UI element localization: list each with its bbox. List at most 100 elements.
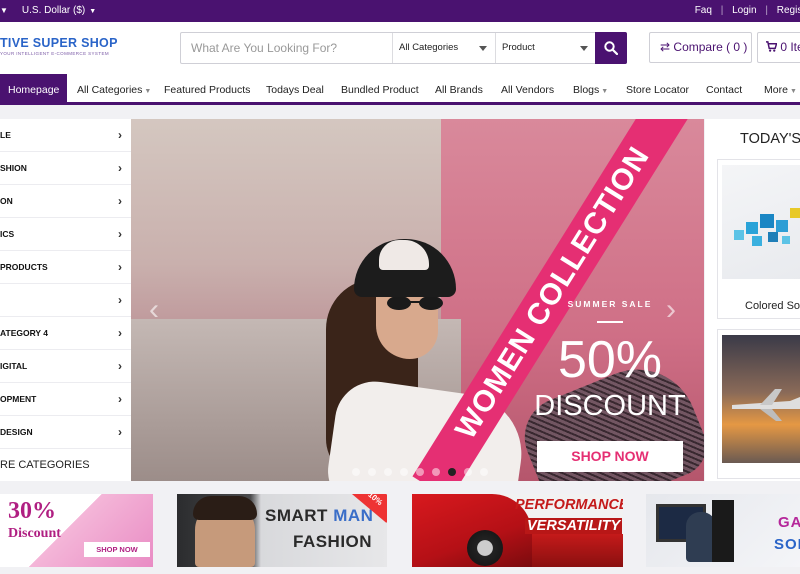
compare-label: Compare ( 0 ) (673, 40, 748, 54)
banner-title-highlight: MAN (333, 506, 374, 525)
category-select-value: All Categories (399, 42, 459, 53)
nav-label: Bundled Product (341, 84, 419, 96)
slider-dot[interactable] (464, 468, 472, 476)
slider-next-arrow[interactable]: › (666, 295, 676, 325)
chevron-down-icon: ▼ (789, 88, 797, 95)
man-hair-image (193, 496, 257, 520)
caret-down-icon (479, 46, 487, 51)
banner-shop-now-button[interactable]: SHOP NOW (84, 542, 150, 557)
chevron-right-icon: › (118, 227, 122, 241)
nav-item-homepage[interactable]: Homepage (0, 74, 68, 102)
nav-label: All Vendors (501, 84, 555, 96)
promo-banner-performance[interactable]: PERFORMANCE VERSATILITY (412, 494, 623, 567)
sidebar-item[interactable]: PRODUCTS › (0, 251, 131, 284)
chevron-right-icon: › (118, 293, 122, 307)
category-select[interactable]: All Categories (392, 33, 495, 63)
chevron-down-icon: ▼ (0, 6, 8, 15)
sidebar-item[interactable]: ICS › (0, 218, 131, 251)
compare-icon: ⇄ (660, 40, 671, 54)
slider-dot[interactable] (432, 468, 440, 476)
banner-subtitle: FASHION (293, 532, 373, 551)
wheel-image (467, 530, 503, 566)
sidebar-item[interactable]: ON › (0, 185, 131, 218)
register-link[interactable]: Register (777, 5, 800, 16)
top-links: Faq | Login | Register (689, 0, 800, 22)
chevron-right-icon: › (118, 326, 122, 340)
chevron-right-icon: › (118, 359, 122, 373)
chevron-right-icon: › (118, 128, 122, 142)
promo-banners: 30% Discount SHOP NOW SMART MAN FASHION … (0, 481, 800, 574)
nav-item-all-brands[interactable]: All Brands (435, 74, 483, 102)
faq-link[interactable]: Faq (695, 5, 712, 16)
nav-label: Homepage (8, 84, 60, 96)
sidebar-item[interactable]: OPMENT › (0, 383, 131, 416)
nav-item-featured-products[interactable]: Featured Products (164, 74, 250, 102)
pc-tower-image (712, 500, 734, 562)
currency-selector[interactable]: ▼ U.S. Dollar ($) ▼ (0, 0, 96, 22)
logo-name: TIVE SUPER SHOP (0, 36, 118, 50)
nav-item-all-categories[interactable]: All Categories ▼ (77, 74, 151, 102)
nav-item-all-vendors[interactable]: All Vendors (501, 74, 554, 102)
nav-item-blogs[interactable]: Blogs ▼ (573, 74, 608, 102)
private-jet-image (732, 389, 800, 421)
shop-now-button[interactable]: SHOP NOW (537, 441, 683, 472)
deal-product-card[interactable] (717, 329, 800, 479)
slider-dot[interactable] (384, 468, 392, 476)
slider-dot[interactable] (480, 468, 488, 476)
banner-title-part: SMART (265, 506, 328, 525)
deal-product-card[interactable]: Colored Sol (717, 159, 800, 319)
nav-label: More (764, 84, 788, 96)
search-input[interactable] (181, 33, 392, 63)
category-sidebar: LE › SHION › ON › ICS › PRODUCTS › › ATEGORY … (0, 119, 131, 481)
type-select[interactable]: Product (495, 33, 596, 63)
slider-dot[interactable] (448, 468, 456, 476)
login-link[interactable]: Login (732, 5, 756, 16)
slider-dot[interactable] (400, 468, 408, 476)
compare-button[interactable]: ⇄ Compare ( 0 ) (649, 32, 752, 63)
cart-button[interactable]: 0 Items (757, 32, 800, 63)
sidebar-item[interactable]: SHION › (0, 152, 131, 185)
slider-prev-arrow[interactable]: ‹ (149, 295, 159, 325)
header: TIVE SUPER SHOP YOUR INTELLIGENT E-COMME… (0, 22, 800, 74)
colored-cubes-image (734, 208, 800, 246)
promo-banner-discount[interactable]: 30% Discount SHOP NOW (0, 494, 153, 567)
sidebar-item-label: PRODUCTS (0, 262, 48, 272)
sidebar-item[interactable]: ATEGORY 4 › (0, 317, 131, 350)
nav-item-contact[interactable]: Contact (706, 74, 742, 102)
sidebar-item[interactable]: › (0, 284, 131, 317)
banner-subtitle: VERSATILITY (525, 518, 623, 534)
sidebar-item-label: IGITAL (0, 361, 28, 371)
todays-deal-panel: TODAY'S Colored Sol (705, 119, 800, 481)
chevron-down-icon: ▼ (601, 88, 609, 95)
chevron-right-icon: › (118, 161, 122, 175)
slider-dot[interactable] (416, 468, 424, 476)
logo[interactable]: TIVE SUPER SHOP YOUR INTELLIGENT E-COMME… (0, 36, 160, 64)
more-categories-link[interactable]: RE CATEGORIES (0, 450, 131, 481)
discount-label: DISCOUNT (534, 390, 686, 422)
sidebar-item-label: ON (0, 196, 13, 206)
promo-banner-smart-man[interactable]: SMART MAN FASHION 10% (177, 494, 387, 567)
nav-label: Todays Deal (266, 84, 324, 96)
caret-down-icon (580, 46, 588, 51)
nav-item-bundled-product[interactable]: Bundled Product (341, 74, 419, 102)
sidebar-item[interactable]: LE › (0, 119, 131, 152)
divider (597, 321, 623, 323)
type-select-value: Product (502, 42, 535, 53)
search-button[interactable] (595, 32, 627, 64)
banner-title: GA (778, 514, 800, 531)
sidebar-item-label: LE (0, 130, 11, 140)
nav-item-more[interactable]: More ▼ (764, 74, 797, 102)
nav-item-todays-deal[interactable]: Todays Deal (266, 74, 324, 102)
slider-dot[interactable] (368, 468, 376, 476)
hero-slider[interactable]: WOMEN COLLECTION SUMMER SALE 50% DISCOUN… (131, 119, 704, 481)
promo-banner-gaming[interactable]: GA SOL (646, 494, 800, 567)
slider-dot[interactable] (352, 468, 360, 476)
banner-percent: 30% (8, 498, 56, 524)
nav-label: Blogs (573, 84, 600, 96)
nav-label: Contact (706, 84, 743, 96)
sidebar-item-label: OPMENT (0, 394, 37, 404)
sidebar-item[interactable]: DESIGN › (0, 416, 131, 449)
discount-percent: 50% (557, 331, 663, 389)
nav-item-store-locator[interactable]: Store Locator (626, 74, 689, 102)
sidebar-item[interactable]: IGITAL › (0, 350, 131, 383)
